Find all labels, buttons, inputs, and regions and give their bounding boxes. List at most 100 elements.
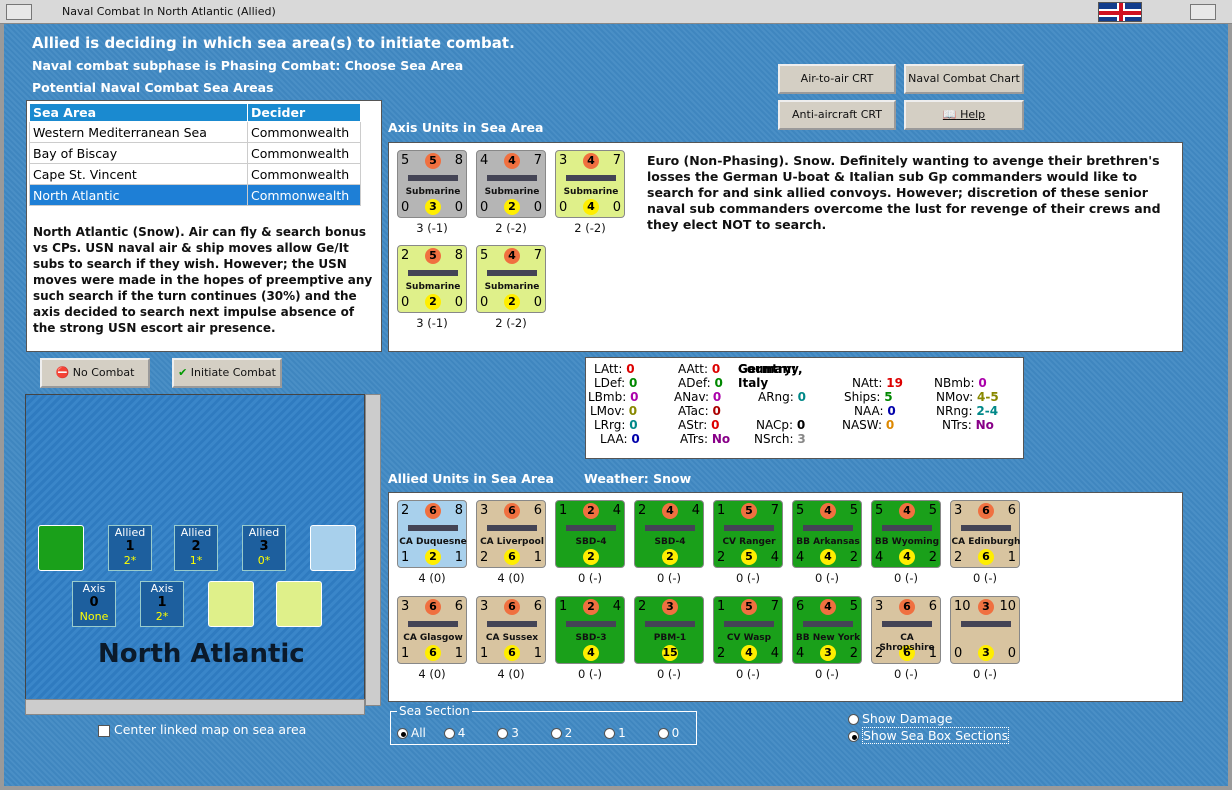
unit-counter[interactable]: 1 7 2 4 5 5 CV Ranger: [713, 500, 783, 568]
stat-nsrch: NSrch: 3: [754, 432, 806, 446]
unit-caption: 4 (0): [497, 571, 525, 585]
allied-box-3[interactable]: Allied 3 0*: [242, 525, 286, 571]
unit-caption: 0 (-): [893, 571, 919, 585]
unit-counter[interactable]: 3 7 0 0 4 4 Submarine: [555, 150, 625, 218]
box-label: Allied: [180, 526, 212, 539]
defense-factor: 6: [504, 645, 520, 661]
attack-factor: 2: [583, 599, 599, 615]
sea-section-2[interactable]: 2: [550, 726, 572, 740]
sea-section-0[interactable]: 0: [657, 726, 679, 740]
axis-box-0[interactable]: Axis 0 None: [72, 581, 116, 627]
unit-counter[interactable]: 1 7 2 4 5 4 CV Wasp: [713, 596, 783, 664]
check-icon: ✔: [178, 366, 188, 379]
unit-caption: 0 (-): [814, 571, 840, 585]
counter-value: 7: [770, 599, 779, 614]
option-label: 1: [618, 726, 626, 740]
sea-section-1[interactable]: 1: [604, 726, 626, 740]
col-sea-area[interactable]: Sea Area: [29, 103, 248, 122]
sea-section-3[interactable]: 3: [497, 726, 519, 740]
unit-counter[interactable]: 2 3 15 PBM-1: [634, 596, 704, 664]
unit-counter[interactable]: 5 5 4 2 4 4 BB Arkansas: [792, 500, 862, 568]
stat-value: 0: [978, 376, 987, 390]
center-map-checkbox[interactable]: [98, 724, 110, 737]
close-button[interactable]: [1190, 4, 1216, 20]
unit-counter[interactable]: 2 8 0 0 5 2 Submarine: [397, 245, 467, 313]
map-horizontal-scrollbar[interactable]: [25, 699, 365, 715]
map-unit-submarine[interactable]: [276, 581, 322, 627]
ship-silhouette-icon: [487, 525, 537, 531]
allied-box-2[interactable]: Allied 2 1*: [174, 525, 218, 571]
col-decider[interactable]: Decider: [247, 103, 361, 122]
counter-value: 2: [849, 550, 858, 565]
show-sea-box-sections-option[interactable]: Show Sea Box Sections: [848, 727, 1010, 744]
unit-counter[interactable]: 5 5 4 2 4 4 BB Wyoming: [871, 500, 941, 568]
center-map-checkbox-row[interactable]: Center linked map on sea area: [98, 722, 306, 737]
attack-factor: 6: [504, 503, 520, 519]
attack-factor: 5: [425, 248, 441, 264]
attack-factor: 2: [583, 503, 599, 519]
map-unit-submarine[interactable]: [208, 581, 254, 627]
sea-area-table: Sea Area Decider Western Mediterranean Se…: [29, 103, 361, 206]
counter-value: 3: [480, 599, 489, 614]
stat-value: 0: [712, 390, 722, 404]
help-button[interactable]: 📖 Help: [904, 100, 1024, 130]
system-menu-button[interactable]: [6, 4, 32, 20]
stat-value: 0: [628, 376, 638, 390]
naval-combat-chart-button[interactable]: Naval Combat Chart: [904, 64, 1024, 94]
counter-value: 4: [612, 503, 621, 518]
map-vertical-scrollbar[interactable]: [365, 394, 381, 706]
map-unit-sbd4[interactable]: [38, 525, 84, 571]
defense-factor: 6: [425, 645, 441, 661]
attack-factor: 4: [504, 153, 520, 169]
initiate-combat-button[interactable]: ✔ Initiate Combat: [172, 358, 282, 388]
counter-value: 0: [533, 295, 542, 310]
counter-value: 0: [401, 200, 410, 215]
unit-counter[interactable]: 1 4 2 2 SBD-4: [555, 500, 625, 568]
unit-counter[interactable]: 3 6 2 1 6 6 CA Liverpool: [476, 500, 546, 568]
table-row[interactable]: Bay of Biscay Commonwealth: [29, 142, 361, 164]
unit-counter[interactable]: 3 6 2 1 6 6 CA Shropshire: [871, 596, 941, 664]
help-label: Help: [960, 108, 986, 121]
show-damage-option[interactable]: Show Damage: [848, 711, 952, 726]
stat-value: 0: [629, 418, 638, 432]
air-to-air-crt-button[interactable]: Air-to-air CRT: [778, 64, 896, 94]
unit-counter[interactable]: 10 10 0 0 3 3: [950, 596, 1020, 664]
unit-caption: 0 (-): [656, 571, 682, 585]
counter-value: 3: [559, 153, 568, 168]
map-unit-ca-duquesne[interactable]: [310, 525, 356, 571]
defense-factor: 4: [583, 645, 599, 661]
table-row-selected[interactable]: North Atlantic Commonwealth: [29, 184, 361, 206]
axis-box-1[interactable]: Axis 1 2*: [140, 581, 184, 627]
unit-counter[interactable]: 5 8 0 0 5 3 Submarine: [397, 150, 467, 218]
counter-value: 4: [480, 153, 489, 168]
allied-box-1[interactable]: Allied 1 2*: [108, 525, 152, 571]
unit-counter[interactable]: 3 6 1 1 6 6 CA Sussex: [476, 596, 546, 664]
unit-counter[interactable]: 1 4 2 4 SBD-3: [555, 596, 625, 664]
table-row[interactable]: Cape St. Vincent Commonwealth: [29, 163, 361, 185]
radio-icon: [657, 728, 669, 739]
unit-counter[interactable]: 6 5 4 2 4 3 BB New York: [792, 596, 862, 664]
counter-value: 3: [480, 503, 489, 518]
unit-counter[interactable]: 2 4 4 2 SBD-4: [634, 500, 704, 568]
unit-counter[interactable]: 4 7 0 0 4 2 Submarine: [476, 150, 546, 218]
table-row[interactable]: Western Mediterranean Sea Commonwealth: [29, 121, 361, 143]
unit-counter[interactable]: 5 7 0 0 4 2 Submarine: [476, 245, 546, 313]
unit-name: BB New York: [795, 633, 861, 643]
sea-section-all[interactable]: All: [397, 726, 426, 740]
unit-counter[interactable]: 2 8 1 1 6 2 CA Duquesne: [397, 500, 467, 568]
counter-value: 3: [875, 599, 884, 614]
stat-value: 0: [626, 362, 635, 376]
unit-counter[interactable]: 3 6 1 1 6 6 CA Glasgow: [397, 596, 467, 664]
defense-factor: 15: [662, 645, 678, 661]
attack-factor: 3: [978, 599, 994, 615]
unit-caption: 0 (-): [814, 667, 840, 681]
counter-value: 5: [849, 599, 858, 614]
sea-section-4[interactable]: 4: [443, 726, 465, 740]
sea-area-map[interactable]: Allied 1 2* Allied 2 1* Allied 3 0* Axis 0 None …: [25, 394, 365, 700]
unit-counter[interactable]: 3 6 2 1 6 6 CA Edinburgh: [950, 500, 1020, 568]
no-combat-button[interactable]: ⛔ No Combat: [40, 358, 150, 388]
anti-aircraft-crt-button[interactable]: Anti-aircraft CRT: [778, 100, 896, 130]
counter-value: 2: [638, 503, 647, 518]
counter-value: 4: [770, 646, 779, 661]
counter-value: 6: [1007, 503, 1016, 518]
